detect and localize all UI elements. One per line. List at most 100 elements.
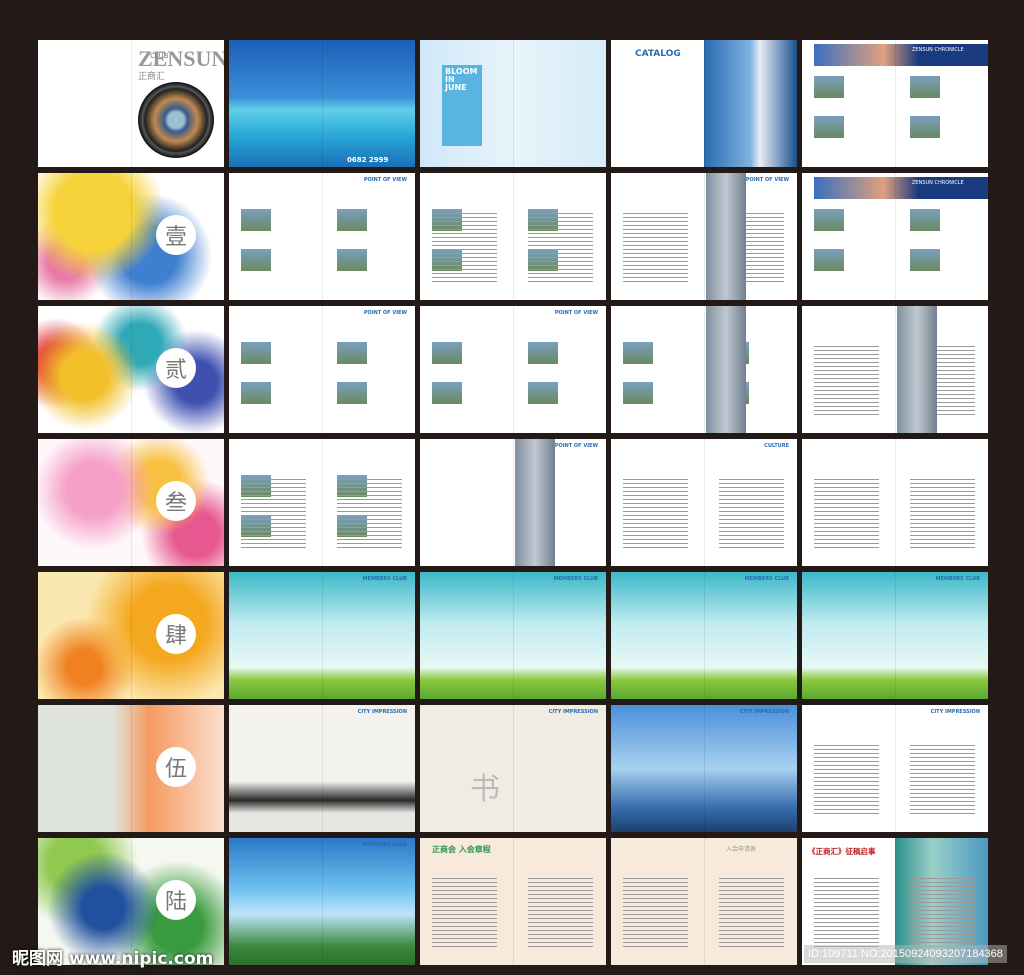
body-text-block	[623, 479, 688, 549]
body-text-block	[432, 213, 497, 283]
body-text-block	[528, 878, 593, 948]
photo	[241, 249, 271, 271]
photo	[814, 209, 844, 231]
brochure-page-11[interactable]: 贰	[38, 306, 224, 433]
page-text-catalog: CATALOG	[635, 49, 681, 59]
brochure-page-24[interactable]: MEMBERS CLUB	[611, 572, 797, 699]
brochure-page-23[interactable]: MEMBERS CLUB	[420, 572, 606, 699]
page-text-club: CLUB	[150, 52, 169, 60]
chapter-number: 伍	[156, 747, 196, 787]
page-text-pov: MEMBERS CLUB	[935, 576, 980, 582]
photo	[910, 76, 940, 98]
brochure-page-3[interactable]: BLOOM IN JUNE	[420, 40, 606, 167]
page-text-notice: 《正商汇》征稿启事	[808, 847, 876, 856]
brochure-page-30[interactable]: CITY IMPRESSION	[802, 705, 988, 832]
brochure-page-29[interactable]: CITY IMPRESSION	[611, 705, 797, 832]
page-text-pov: CITY IMPRESSION	[548, 709, 598, 715]
body-text-block	[910, 878, 975, 948]
page-text-pov: MEMBERS CLUB	[553, 576, 598, 582]
photo	[910, 116, 940, 138]
brochure-page-34[interactable]: 入会申请表	[611, 838, 797, 965]
photo	[623, 342, 653, 364]
photo	[241, 209, 271, 231]
page-text-pov: CITY IMPRESSION	[357, 709, 407, 715]
page-text-pov: POINT OF VIEW	[554, 310, 598, 316]
body-text-block	[337, 479, 402, 549]
page-text-rule: 正商会 入会章程	[432, 845, 491, 854]
chapter-number: 肆	[156, 614, 196, 654]
photo	[528, 342, 558, 364]
brochure-page-12[interactable]: POINT OF VIEW	[229, 306, 415, 433]
brochure-page-5[interactable]: ZENSUN CHRONICLE	[802, 40, 988, 167]
photo	[241, 382, 271, 404]
brochure-page-4[interactable]: CATALOG	[611, 40, 797, 167]
image-id-label: ID:109711 NO:20150924093207184368	[804, 945, 1007, 963]
brochure-page-25[interactable]: MEMBERS CLUB	[802, 572, 988, 699]
photo	[528, 382, 558, 404]
page-text-pov: POINT OF VIEW	[363, 177, 407, 183]
building-photo	[515, 439, 555, 566]
page-text-shu: 书	[470, 772, 500, 807]
brochure-page-20[interactable]	[802, 439, 988, 566]
photo	[910, 249, 940, 271]
page-text-pov: POINT OF VIEW	[554, 443, 598, 449]
page-text-hdr: ZENSUN CHRONICLE	[912, 47, 964, 53]
body-text-block	[623, 878, 688, 948]
photo	[432, 382, 462, 404]
brochure-page-32[interactable]: MEMBERS CLUB	[229, 838, 415, 965]
building-photo	[897, 306, 937, 433]
page-text-form: 入会申请表	[726, 846, 757, 853]
building-photo	[706, 173, 746, 300]
page-text-pov: CITY IMPRESSION	[739, 709, 789, 715]
page-text-phone: 0682 2999	[347, 156, 389, 164]
photo	[910, 209, 940, 231]
photo	[814, 76, 844, 98]
brochure-page-21[interactable]: 肆	[38, 572, 224, 699]
brochure-page-9[interactable]: POINT OF VIEW	[611, 173, 797, 300]
brochure-page-2[interactable]: 0682 2999	[229, 40, 415, 167]
body-text-block	[814, 346, 879, 416]
body-text-block	[528, 213, 593, 283]
brochure-page-18[interactable]: POINT OF VIEW	[420, 439, 606, 566]
brochure-page-22[interactable]: MEMBERS CLUB	[229, 572, 415, 699]
photo	[814, 249, 844, 271]
brochure-page-8[interactable]	[420, 173, 606, 300]
brochure-page-16[interactable]: 叁	[38, 439, 224, 566]
body-text-block	[241, 479, 306, 549]
camera-lens-graphic	[138, 82, 214, 158]
page-text-pov: POINT OF VIEW	[363, 310, 407, 316]
brochure-page-17[interactable]	[229, 439, 415, 566]
photo	[623, 382, 653, 404]
brochure-page-6[interactable]: 壹	[38, 173, 224, 300]
brochure-page-1[interactable]: ZENSUN CLUB 正商汇	[38, 40, 224, 167]
photo	[337, 342, 367, 364]
page-text-zsh: 正商汇	[138, 72, 166, 82]
body-text-block	[719, 878, 784, 948]
chapter-number: 陆	[156, 880, 196, 920]
chapter-number: 壹	[156, 215, 196, 255]
brochure-page-7[interactable]: POINT OF VIEW	[229, 173, 415, 300]
brochure-page-10[interactable]: ZENSUN CHRONICLE	[802, 173, 988, 300]
building-photo	[706, 306, 746, 433]
body-text-block	[432, 878, 497, 948]
brochure-page-33[interactable]: 正商会 入会章程	[420, 838, 606, 965]
brochure-page-13[interactable]: POINT OF VIEW	[420, 306, 606, 433]
brochure-page-14[interactable]	[611, 306, 797, 433]
chapter-number: 叁	[156, 481, 196, 521]
brochure-page-15[interactable]	[802, 306, 988, 433]
photo	[814, 116, 844, 138]
page-text-hdr: ZENSUN CHRONICLE	[912, 180, 964, 186]
photo	[337, 249, 367, 271]
brochure-page-26[interactable]: 伍	[38, 705, 224, 832]
brochure-page-19[interactable]: CULTURE	[611, 439, 797, 566]
photo	[432, 342, 462, 364]
watermark-logo: 昵图网 www.nipic.com	[12, 949, 214, 969]
photo	[241, 342, 271, 364]
brochure-page-28[interactable]: CITY IMPRESSION 书	[420, 705, 606, 832]
page-text-pov: CULTURE	[764, 443, 789, 449]
page-text-bloom: BLOOM IN JUNE	[442, 65, 482, 146]
page-text-pov: POINT OF VIEW	[745, 177, 789, 183]
body-text-block	[814, 745, 879, 815]
body-text-block	[623, 213, 688, 283]
brochure-page-27[interactable]: CITY IMPRESSION	[229, 705, 415, 832]
